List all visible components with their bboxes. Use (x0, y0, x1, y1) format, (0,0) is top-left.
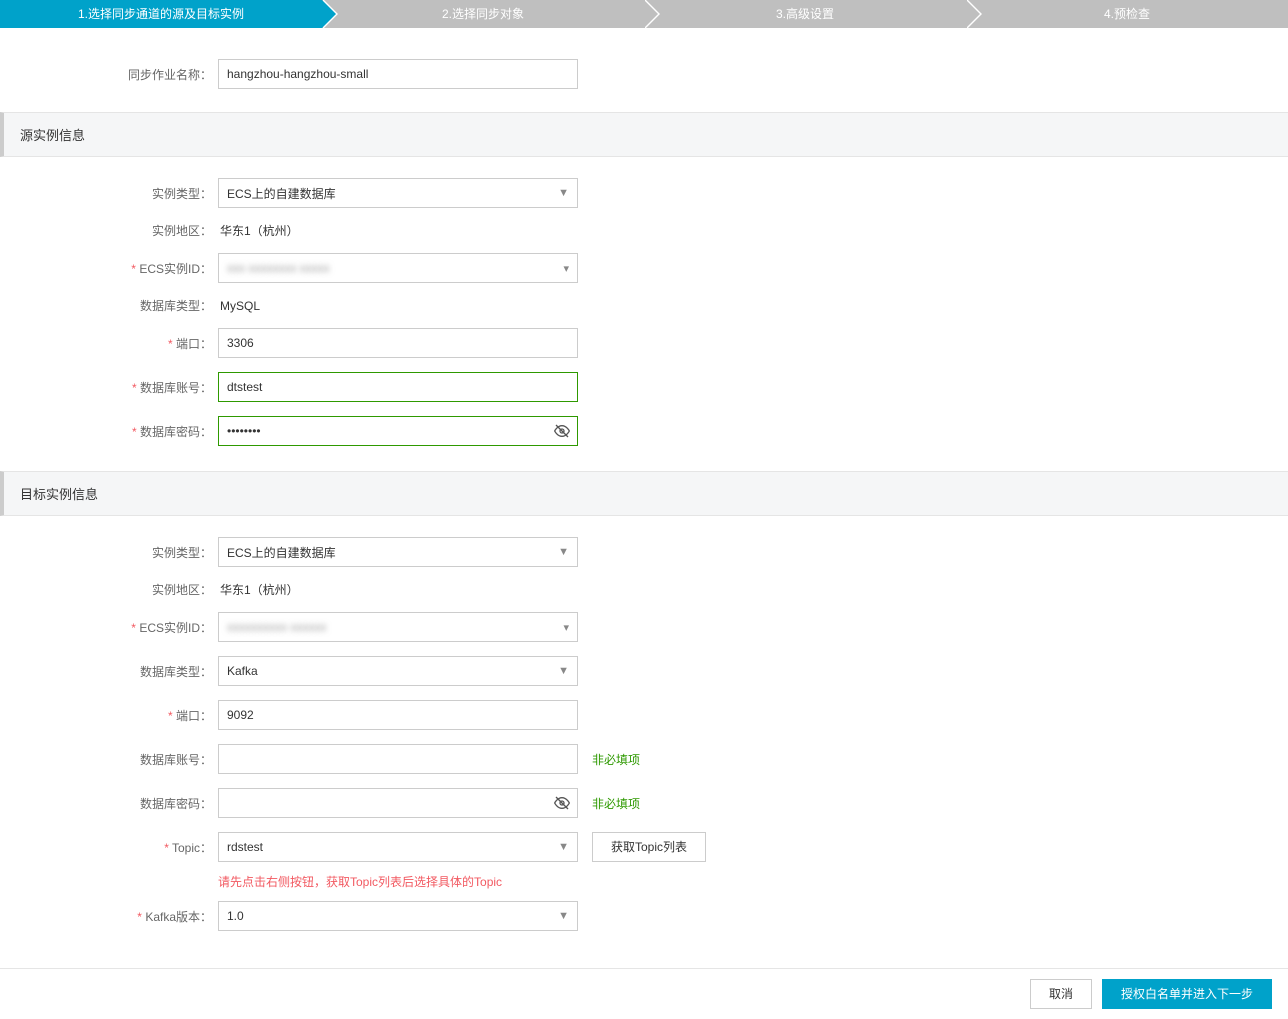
target-topic-label: Topic： (0, 839, 218, 856)
source-port-label: 端口： (0, 335, 218, 352)
target-password-hint: 非必填项 (592, 795, 640, 812)
target-kafka-ver-select[interactable]: 1.0 ▼ (218, 901, 578, 931)
target-kafka-ver-label: Kafka版本： (0, 908, 218, 925)
target-db-type-value: Kafka (227, 664, 258, 678)
source-db-type-label: 数据库类型： (0, 297, 218, 314)
cancel-button[interactable]: 取消 (1030, 979, 1092, 1009)
source-ecs-id-value: xxx xxxxxxxx xxxxx (227, 261, 330, 275)
target-instance-type-select[interactable]: ECS上的自建数据库 ▼ (218, 537, 578, 567)
target-account-hint: 非必填项 (592, 751, 640, 768)
step-4[interactable]: 4.预检查 (966, 0, 1288, 28)
source-ecs-id-label: ECS实例ID： (0, 260, 218, 277)
eye-icon[interactable] (554, 423, 570, 439)
target-instance-type-label: 实例类型： (0, 544, 218, 561)
target-db-type-select[interactable]: Kafka ▼ (218, 656, 578, 686)
source-instance-type-value: ECS上的自建数据库 (227, 185, 336, 202)
caret-down-icon: ▾ (563, 262, 569, 275)
source-port-input[interactable] (218, 328, 578, 358)
target-ecs-id-label: ECS实例ID： (0, 619, 218, 636)
source-instance-type-select[interactable]: ECS上的自建数据库 ▼ (218, 178, 578, 208)
step-2[interactable]: 2.选择同步对象 (322, 0, 644, 28)
source-region-label: 实例地区： (0, 222, 218, 239)
target-topic-hint: 请先点击右侧按钮，获取Topic列表后选择具体的Topic (218, 873, 1288, 890)
target-port-input[interactable] (218, 700, 578, 730)
target-region-label: 实例地区： (0, 581, 218, 598)
target-ecs-id-value: xxxxxxxxxx xxxxxx (227, 620, 326, 634)
wizard-steps: 1.选择同步通道的源及目标实例 2.选择同步对象 3.高级设置 4.预检查 (0, 0, 1288, 28)
job-name-label: 同步作业名称： (0, 66, 218, 83)
source-instance-type-label: 实例类型： (0, 185, 218, 202)
source-ecs-id-select[interactable]: xxx xxxxxxxx xxxxx ▾ (218, 253, 578, 283)
target-account-input[interactable] (218, 744, 578, 774)
step-3[interactable]: 3.高级设置 (644, 0, 966, 28)
eye-icon[interactable] (554, 795, 570, 811)
target-ecs-id-select[interactable]: xxxxxxxxxx xxxxxx ▾ (218, 612, 578, 642)
footer: 取消 授权白名单并进入下一步 (0, 968, 1288, 1019)
caret-down-icon: ▼ (558, 187, 569, 199)
target-password-label: 数据库密码： (0, 795, 218, 812)
caret-down-icon: ▼ (558, 665, 569, 677)
target-topic-value: rdstest (227, 840, 263, 854)
target-account-label: 数据库账号： (0, 751, 218, 768)
source-password-input[interactable] (218, 416, 578, 446)
get-topic-list-button[interactable]: 获取Topic列表 (592, 832, 706, 862)
target-topic-select[interactable]: rdstest ▼ (218, 832, 578, 862)
target-db-type-label: 数据库类型： (0, 663, 218, 680)
job-name-input[interactable] (218, 59, 578, 89)
next-button[interactable]: 授权白名单并进入下一步 (1102, 979, 1272, 1009)
source-account-label: 数据库账号： (0, 379, 218, 396)
source-password-label: 数据库密码： (0, 423, 218, 440)
caret-down-icon: ▾ (563, 621, 569, 634)
target-region-value: 华东1（杭州） (218, 581, 299, 598)
source-region-value: 华东1（杭州） (218, 222, 299, 239)
caret-down-icon: ▼ (558, 841, 569, 853)
target-section-header: 目标实例信息 (0, 471, 1288, 516)
step-1[interactable]: 1.选择同步通道的源及目标实例 (0, 0, 322, 28)
target-password-input[interactable] (218, 788, 578, 818)
caret-down-icon: ▼ (558, 546, 569, 558)
target-instance-type-value: ECS上的自建数据库 (227, 544, 336, 561)
source-account-input[interactable] (218, 372, 578, 402)
target-kafka-ver-value: 1.0 (227, 909, 244, 923)
source-db-type-value: MySQL (218, 299, 260, 313)
source-section-header: 源实例信息 (0, 112, 1288, 157)
target-port-label: 端口： (0, 707, 218, 724)
